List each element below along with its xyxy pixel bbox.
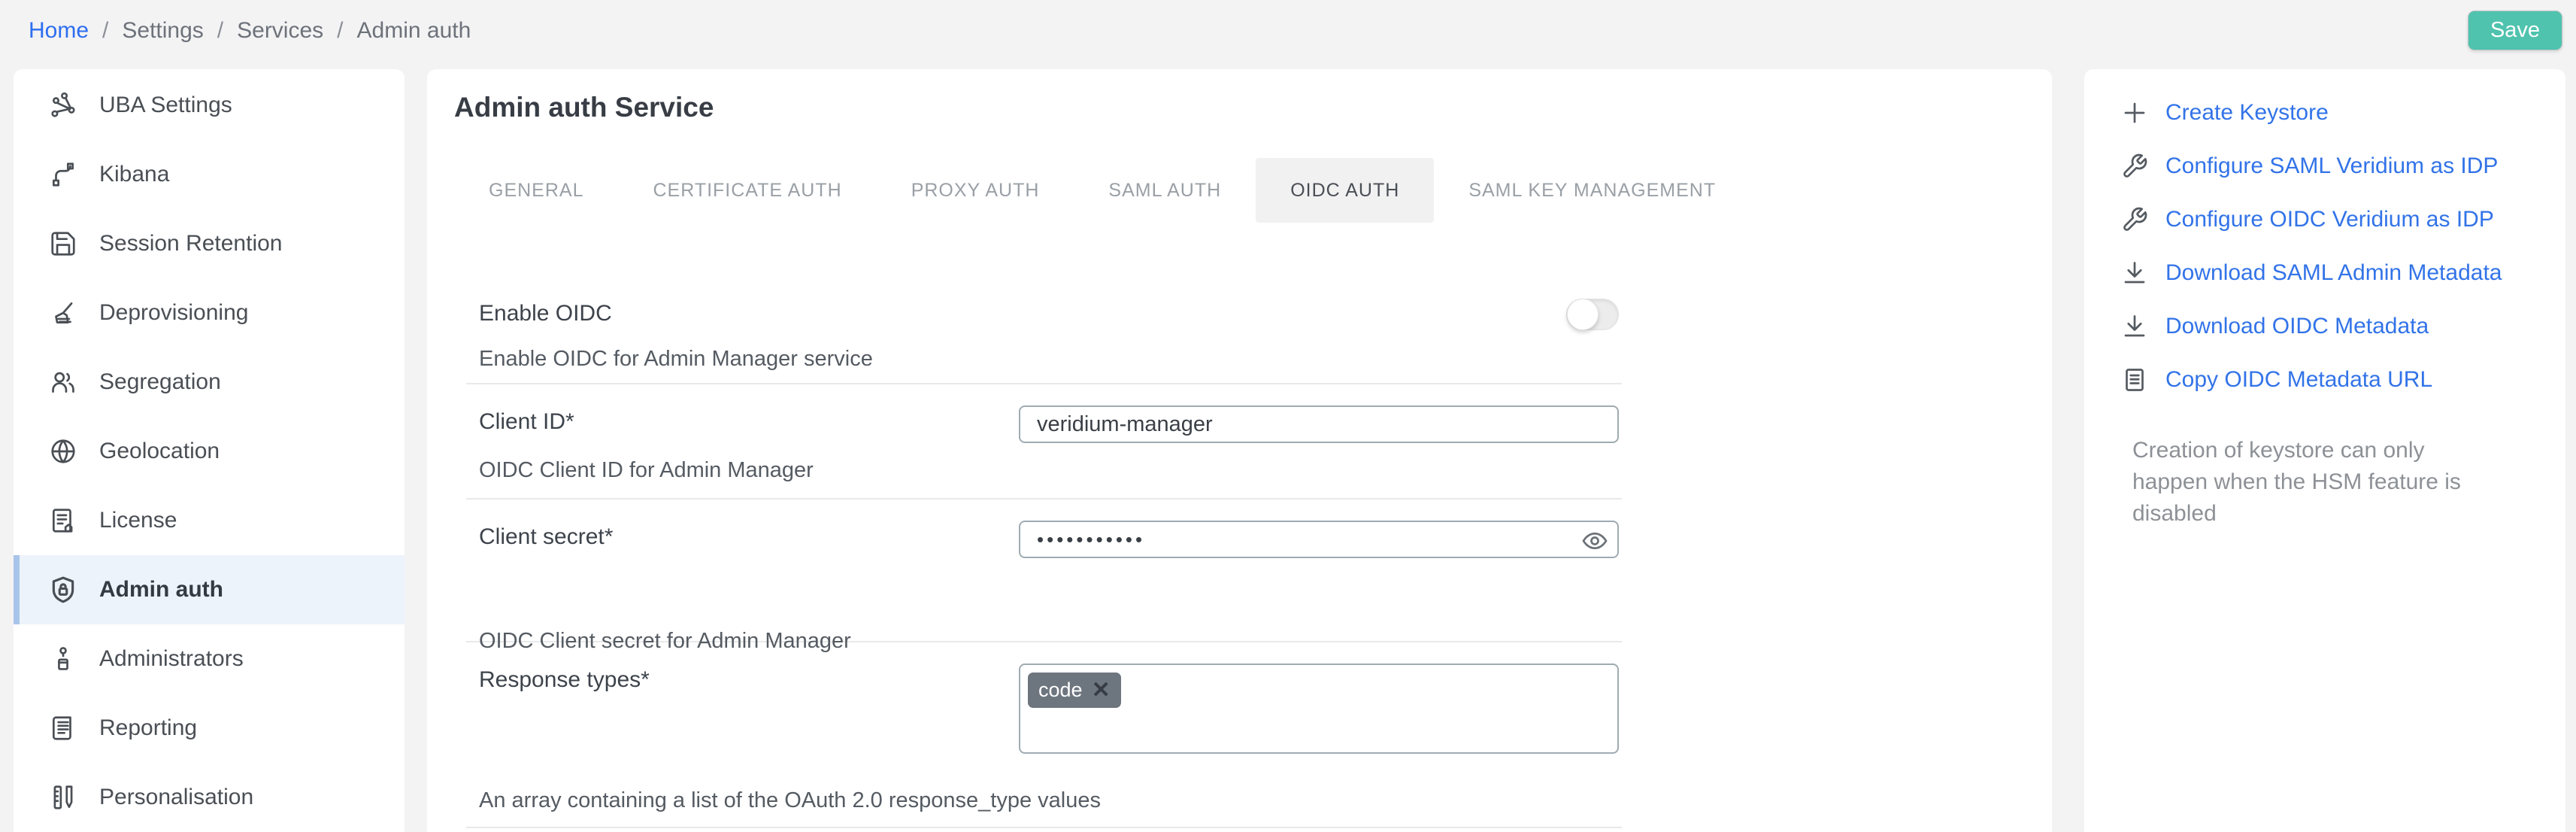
- sidebar-item-label: Reporting: [99, 715, 197, 741]
- download-icon: [2120, 259, 2149, 287]
- tab-certificate-auth[interactable]: CERTIFICATE AUTH: [618, 158, 876, 223]
- link-label: Download SAML Admin Metadata: [2165, 260, 2502, 286]
- top-bar: Home / Settings / Services / Admin auth …: [0, 0, 2576, 69]
- sidebar-list: UBA Settings Kibana Session Retention De…: [14, 69, 405, 832]
- sidebar-item-admin-auth[interactable]: Admin auth: [14, 555, 405, 624]
- link-label: Create Keystore: [2165, 100, 2329, 126]
- page-title: Admin auth Service: [427, 69, 2052, 123]
- breadcrumb-separator: /: [337, 18, 343, 44]
- network-icon: [48, 90, 78, 120]
- ruler-pencil-icon: [48, 782, 78, 812]
- client-secret-label: Client secret*: [479, 521, 1019, 554]
- response-types-input[interactable]: code ✕: [1019, 663, 1619, 754]
- wrench-icon: [2120, 205, 2149, 234]
- sidebar-item-label: Deprovisioning: [99, 300, 248, 326]
- admin-auth-service-panel: Admin auth Service GENERAL CERTIFICATE A…: [427, 69, 2052, 832]
- breadcrumb-separator: /: [102, 18, 108, 44]
- shield-lock-icon: [48, 575, 78, 605]
- breadcrumb-current-page: Admin auth: [357, 18, 471, 44]
- keystore-note: Creation of keystore can only happen whe…: [2132, 435, 2492, 530]
- tab-saml-key-management[interactable]: SAML KEY MANAGEMENT: [1434, 158, 1750, 223]
- report-icon: [48, 713, 78, 743]
- kibana-icon: [48, 159, 78, 190]
- download-saml-metadata-link[interactable]: Download SAML Admin Metadata: [2084, 246, 2565, 299]
- chip-label: code: [1038, 679, 1083, 702]
- settings-sidebar: UBA Settings Kibana Session Retention De…: [14, 69, 405, 832]
- sidebar-item-label: License: [99, 508, 177, 533]
- sidebar-item-label: Kibana: [99, 162, 169, 187]
- copy-oidc-metadata-url-link[interactable]: Copy OIDC Metadata URL: [2084, 353, 2565, 406]
- save-disk-icon: [48, 229, 78, 259]
- sidebar-item-label: Session Retention: [99, 231, 283, 257]
- sidebar-item-reporting[interactable]: Reporting: [14, 694, 405, 763]
- sidebar-item-geolocation[interactable]: Geolocation: [14, 417, 405, 486]
- enable-oidc-toggle[interactable]: [1566, 299, 1619, 330]
- oidc-auth-form: Enable OIDC Enable OIDC for Admin Manage…: [466, 276, 1622, 828]
- toggle-knob: [1567, 299, 1599, 330]
- breadcrumb-services[interactable]: Services: [237, 18, 323, 44]
- tab-saml-auth[interactable]: SAML AUTH: [1074, 158, 1256, 223]
- client-secret-input[interactable]: [1019, 521, 1619, 558]
- sidebar-item-license[interactable]: License: [14, 486, 405, 555]
- download-icon: [2120, 312, 2149, 341]
- tab-general[interactable]: GENERAL: [454, 158, 618, 223]
- sidebar-item-personalisation[interactable]: Personalisation: [14, 763, 405, 832]
- sidebar-item-session-retention[interactable]: Session Retention: [14, 209, 405, 278]
- sidebar-item-administrators[interactable]: Administrators: [14, 624, 405, 694]
- sidebar-item-label: UBA Settings: [99, 93, 232, 118]
- sidebar-item-segregation[interactable]: Segregation: [14, 348, 405, 417]
- link-label: Configure OIDC Veridium as IDP: [2165, 207, 2494, 232]
- sidebar-item-deprovisioning[interactable]: Deprovisioning: [14, 278, 405, 348]
- enable-oidc-label: Enable OIDC: [479, 297, 1019, 330]
- client-secret-row: Client secret* OIDC Client secret for Ad…: [466, 500, 1622, 642]
- create-keystore-link[interactable]: Create Keystore: [2084, 86, 2565, 139]
- link-label: Copy OIDC Metadata URL: [2165, 367, 2432, 393]
- show-secret-button[interactable]: [1580, 527, 1610, 557]
- actions-panel: Create Keystore Configure SAML Veridium …: [2084, 69, 2565, 832]
- broom-icon: [48, 298, 78, 328]
- copy-icon: [2120, 366, 2149, 394]
- response-types-label: Response types*: [479, 663, 1019, 697]
- auth-tabs: GENERAL CERTIFICATE AUTH PROXY AUTH SAML…: [454, 158, 2052, 223]
- actions-link-list: Create Keystore Configure SAML Veridium …: [2084, 69, 2565, 406]
- response-types-row: Response types* code ✕ An array containi…: [466, 642, 1622, 828]
- sidebar-item-label: Geolocation: [99, 439, 220, 464]
- configure-saml-idp-link[interactable]: Configure SAML Veridium as IDP: [2084, 139, 2565, 193]
- breadcrumb: Home / Settings / Services / Admin auth: [29, 18, 471, 44]
- wrench-icon: [2120, 152, 2149, 181]
- link-label: Configure SAML Veridium as IDP: [2165, 153, 2498, 179]
- client-id-input[interactable]: [1019, 405, 1619, 443]
- client-id-row: Client ID* OIDC Client ID for Admin Mana…: [466, 384, 1622, 500]
- sidebar-item-uba-settings[interactable]: UBA Settings: [14, 71, 405, 140]
- client-id-help: OIDC Client ID for Admin Manager: [479, 455, 1019, 485]
- client-secret-help: OIDC Client secret for Admin Manager: [479, 626, 1019, 656]
- save-button[interactable]: Save: [2468, 11, 2562, 50]
- person-icon: [48, 644, 78, 674]
- breadcrumb-home[interactable]: Home: [29, 18, 89, 44]
- remove-chip-icon[interactable]: ✕: [1092, 681, 1111, 700]
- download-oidc-metadata-link[interactable]: Download OIDC Metadata: [2084, 299, 2565, 353]
- license-icon: [48, 506, 78, 536]
- eye-icon: [1581, 527, 1608, 554]
- configure-oidc-idp-link[interactable]: Configure OIDC Veridium as IDP: [2084, 193, 2565, 246]
- breadcrumb-settings[interactable]: Settings: [122, 18, 203, 44]
- sidebar-item-label: Admin auth: [99, 577, 223, 603]
- tab-proxy-auth[interactable]: PROXY AUTH: [877, 158, 1074, 223]
- breadcrumb-separator: /: [217, 18, 223, 44]
- sidebar-item-label: Personalisation: [99, 785, 253, 810]
- sidebar-item-kibana[interactable]: Kibana: [14, 140, 405, 209]
- tab-oidc-auth[interactable]: OIDC AUTH: [1256, 158, 1434, 223]
- client-id-label: Client ID*: [479, 405, 1019, 439]
- enable-oidc-row: Enable OIDC Enable OIDC for Admin Manage…: [466, 276, 1622, 384]
- response-types-help: An array containing a list of the OAuth …: [479, 785, 1622, 827]
- sidebar-item-label: Segregation: [99, 369, 221, 395]
- globe-icon: [48, 436, 78, 466]
- enable-oidc-help: Enable OIDC for Admin Manager service: [479, 344, 1019, 374]
- plus-icon: [2120, 99, 2149, 127]
- users-icon: [48, 367, 78, 397]
- sidebar-item-label: Administrators: [99, 646, 244, 672]
- link-label: Download OIDC Metadata: [2165, 314, 2429, 339]
- response-type-chip: code ✕: [1028, 673, 1121, 708]
